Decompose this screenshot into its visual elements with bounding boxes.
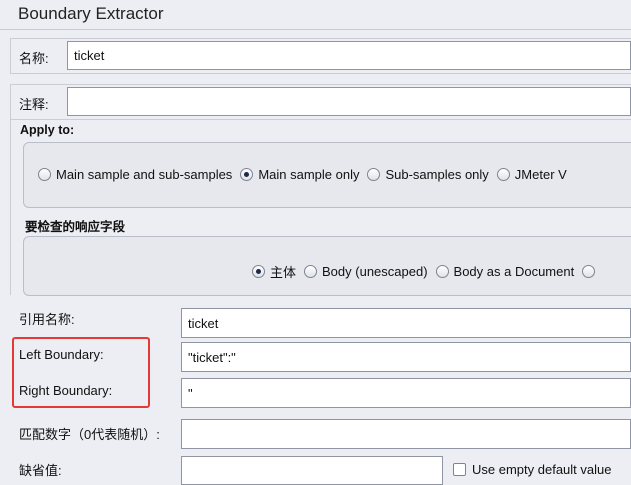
field-to-check-radio-row: 主体 Body (unescaped) Body as a Document xyxy=(252,262,608,281)
radio-next-partial-icon[interactable] xyxy=(582,265,596,278)
radio-body-as-document[interactable]: Body as a Document xyxy=(435,264,575,279)
name-input[interactable]: ticket xyxy=(67,41,631,70)
radio-main-and-sub[interactable]: Main sample and sub-samples xyxy=(38,167,232,182)
radio-body-as-document-icon[interactable] xyxy=(435,265,449,278)
radio-jmeter-var-icon[interactable] xyxy=(496,168,510,181)
left-boundary-input[interactable]: "ticket":" xyxy=(181,342,631,372)
panel-title: Boundary Extractor xyxy=(18,4,164,23)
radio-main-and-sub-icon[interactable] xyxy=(38,168,51,181)
radio-sub-only[interactable]: Sub-samples only xyxy=(367,167,489,182)
radio-body-unescaped-label: Body (unescaped) xyxy=(322,264,428,279)
field-to-check-label: 要检查的响应字段 xyxy=(25,220,126,234)
radio-main-only[interactable]: Main sample only xyxy=(240,167,359,182)
radio-body-unescaped[interactable]: Body (unescaped) xyxy=(304,264,428,279)
name-label: 名称: xyxy=(19,51,49,66)
reference-name-input[interactable]: ticket xyxy=(181,308,631,338)
comment-input[interactable] xyxy=(67,87,631,116)
use-empty-default-checkbox[interactable] xyxy=(453,463,466,476)
radio-jmeter-var-label: JMeter V xyxy=(514,167,567,182)
apply-to-radio-row: Main sample and sub-samples Main sample … xyxy=(38,167,575,182)
match-no-label: 匹配数字（0代表随机）: xyxy=(19,427,160,442)
radio-main-only-icon[interactable] xyxy=(240,168,254,181)
match-no-input[interactable] xyxy=(181,419,631,449)
radio-body-unescaped-icon[interactable] xyxy=(304,265,318,278)
radio-body-icon[interactable] xyxy=(252,265,265,278)
title-divider xyxy=(0,29,631,30)
reference-name-label: 引用名称: xyxy=(19,312,75,327)
radio-main-and-sub-label: Main sample and sub-samples xyxy=(56,167,233,182)
radio-sub-only-icon[interactable] xyxy=(367,168,381,181)
use-empty-default-row[interactable]: Use empty default value xyxy=(453,462,611,477)
radio-body-label: 主体 xyxy=(270,265,297,280)
radio-body[interactable]: 主体 xyxy=(252,262,296,281)
use-empty-default-label: Use empty default value xyxy=(472,462,612,477)
radio-jmeter-var[interactable]: JMeter V xyxy=(496,167,567,182)
radio-next-partial[interactable] xyxy=(582,265,600,278)
section-left-border xyxy=(10,120,11,295)
highlight-box xyxy=(12,337,150,408)
right-boundary-input[interactable]: " xyxy=(181,378,631,408)
apply-to-label: Apply to: xyxy=(20,123,75,137)
radio-main-only-label: Main sample only xyxy=(258,167,360,182)
default-value-label: 缺省值: xyxy=(19,463,62,478)
radio-sub-only-label: Sub-samples only xyxy=(385,167,489,182)
default-value-input[interactable] xyxy=(181,456,443,485)
radio-body-as-document-label: Body as a Document xyxy=(453,264,575,279)
comment-label: 注释: xyxy=(19,97,49,112)
